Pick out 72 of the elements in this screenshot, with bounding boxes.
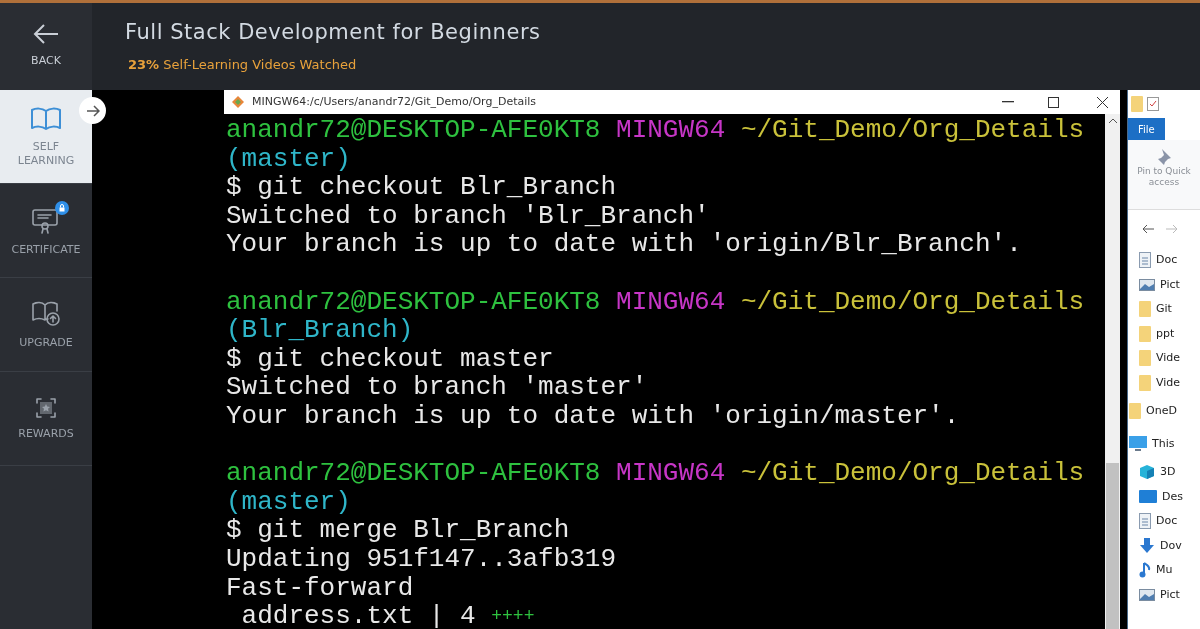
nav-pane-item[interactable]: ppt xyxy=(1128,321,1200,346)
terminal-text: ~/Git_Demo/Org_Details xyxy=(740,287,1085,317)
terminal-text: ++++ xyxy=(491,605,535,629)
nav-pane-item[interactable]: Git xyxy=(1128,297,1200,322)
terminal-text: MINGW64 xyxy=(616,287,726,317)
nav-pane-item[interactable]: Vide xyxy=(1128,370,1200,395)
back-arrow-icon[interactable] xyxy=(1142,224,1154,234)
minimize-icon xyxy=(1002,101,1014,103)
nav-pane-item[interactable]: Mu xyxy=(1128,558,1200,583)
terminal-text: Switched to branch 'master' xyxy=(226,373,648,402)
terminal-text: Fast-forward xyxy=(226,573,414,603)
terminal-text: $ git checkout Blr_Branch xyxy=(226,173,617,202)
terminal-text: anandr72@DESKTOP-AFE0KT8 xyxy=(226,287,601,317)
terminal-text: Switched to branch 'Blr_Branch' xyxy=(226,201,710,231)
document-icon xyxy=(1139,252,1151,269)
terminal-text: (Blr_Branch) xyxy=(226,316,414,345)
nav-pane-item[interactable]: 3D xyxy=(1128,460,1200,485)
app-icon xyxy=(232,96,244,108)
nav-pane-item[interactable]: Des xyxy=(1128,484,1200,509)
window-title: MINGW64:/c/Users/anandr72/Git_Demo/Org_Details xyxy=(252,93,538,110)
folder-icon xyxy=(1139,325,1151,342)
document-icon xyxy=(1139,513,1151,530)
terminal-text: Your branch is up to date with 'origin/Blr_Branch'. xyxy=(226,230,1022,259)
terminal-text: Your branch is up to date with 'origin/master'. xyxy=(226,401,960,431)
terminal-text: address.txt | 4 xyxy=(240,602,476,629)
image-icon xyxy=(1139,278,1155,291)
folder-icon xyxy=(1139,350,1151,367)
folder-icon xyxy=(1139,374,1151,391)
book-icon xyxy=(30,105,62,132)
folder-icon xyxy=(1139,301,1151,318)
terminal-text: (master) xyxy=(226,487,351,517)
nav-pane-item[interactable]: Dov xyxy=(1128,533,1200,558)
book-upload-icon xyxy=(31,299,61,328)
back-arrow-icon xyxy=(32,23,60,46)
close-icon xyxy=(1097,96,1108,108)
folder-icon xyxy=(1131,96,1143,112)
progress-text: 23% Self-Learning Videos Watched xyxy=(128,55,358,74)
terminal-text: MINGW64 xyxy=(616,116,726,145)
monitor-icon xyxy=(1129,435,1147,452)
desktop-icon xyxy=(1139,490,1157,504)
nav-pane-item[interactable]: Vide xyxy=(1128,346,1200,371)
nav-pane-item[interactable]: Pict xyxy=(1128,582,1200,607)
terminal-text: ~/Git_Demo/Org_Details xyxy=(740,116,1085,145)
nav-pane-item[interactable]: Pict xyxy=(1128,272,1200,297)
file-tab[interactable]: File xyxy=(1128,118,1165,140)
terminal-text: anandr72@DESKTOP-AFE0KT8 xyxy=(226,459,601,488)
nav-pane-item[interactable]: Doc xyxy=(1128,248,1200,273)
scroll-thumb[interactable] xyxy=(1106,463,1119,629)
terminal-text: anandr72@DESKTOP-AFE0KT8 xyxy=(226,116,601,145)
terminal-text: (master) xyxy=(226,144,351,174)
star-frame-icon xyxy=(35,396,57,419)
image-icon xyxy=(1139,588,1155,601)
terminal-text: MINGW64 xyxy=(616,459,726,488)
expand-button[interactable] xyxy=(79,97,106,124)
terminal-text: $ git merge Blr_Branch xyxy=(226,516,570,545)
cube-icon xyxy=(1139,464,1155,481)
folder-icon xyxy=(1129,403,1141,420)
download-icon xyxy=(1139,537,1155,554)
nav-pane-item[interactable]: This xyxy=(1128,431,1200,456)
terminal-text: $ git checkout master xyxy=(226,344,554,374)
back-button[interactable]: BACK xyxy=(0,3,92,90)
terminal-text: ~/Git_Demo/Org_Details xyxy=(740,459,1085,488)
nav-pane-item[interactable]: Doc xyxy=(1128,509,1200,534)
terminal-text: Updating 951f147..3afb319 xyxy=(226,544,617,574)
checklist-icon xyxy=(1147,97,1159,111)
nav-pane-item[interactable]: OneD xyxy=(1128,399,1200,424)
maximize-icon xyxy=(1048,96,1059,108)
arrow-right-icon xyxy=(85,104,100,117)
scroll-up-icon xyxy=(1108,118,1117,123)
music-note-icon xyxy=(1139,562,1151,579)
course-title: Full Stack Development for Beginners xyxy=(125,19,542,46)
pin-icon xyxy=(1156,148,1172,166)
